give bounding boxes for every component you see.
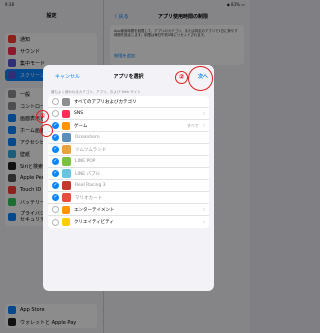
app-row[interactable]: LINE バブル xyxy=(48,168,209,180)
category-row[interactable]: エンターテイメント › xyxy=(48,204,209,216)
annotation-ring-checkbox xyxy=(40,124,53,137)
category-row[interactable]: ゲーム すべて › xyxy=(48,120,209,132)
category-row[interactable]: すべてのアプリおよびカテゴリ xyxy=(48,96,209,108)
checkbox-checked[interactable] xyxy=(52,146,59,153)
list-header-note: 最もよく使われるカテゴリ、アプリ、および Web サイト xyxy=(51,90,141,94)
annotation-ring-next xyxy=(188,66,213,91)
app-row[interactable]: ツムツムランド xyxy=(48,144,209,156)
checkbox-checked[interactable] xyxy=(52,194,59,201)
row-label: LINE POP xyxy=(75,159,96,164)
category-row[interactable]: クリエイティビティ › xyxy=(48,216,209,228)
checkbox-unchecked[interactable] xyxy=(52,218,59,226)
game-icon xyxy=(62,157,71,166)
choose-apps-sheet: アプリを選択 キャンセル 次へ 最もよく使われるカテゴリ、アプリ、および Web… xyxy=(43,65,214,291)
app-row[interactable]: Real Racing 3 xyxy=(48,180,209,192)
row-value: すべて xyxy=(187,122,199,128)
annotation-marker-1: ① xyxy=(36,110,49,123)
checkbox-checked[interactable] xyxy=(52,182,59,189)
row-label: すべてのアプリおよびカテゴリ xyxy=(74,99,137,105)
category-row[interactable]: SNS › xyxy=(48,108,209,120)
row-label: ツムツムランド xyxy=(75,147,107,153)
row-label: エンターテイメント xyxy=(74,207,115,213)
stack-icon xyxy=(62,97,70,106)
checkbox-checked[interactable] xyxy=(52,122,59,129)
checkbox-checked[interactable] xyxy=(52,158,59,165)
row-label: SNS xyxy=(74,111,84,116)
app-row[interactable]: LINE POP xyxy=(48,156,209,168)
checkbox-checked[interactable] xyxy=(52,134,59,141)
game-icon xyxy=(62,169,71,178)
row-label: クリエイティビティ xyxy=(74,220,114,225)
checkbox-unchecked[interactable] xyxy=(52,206,59,213)
chevron-right-icon[interactable]: › xyxy=(203,206,205,213)
brush-icon xyxy=(62,218,70,226)
game-icon xyxy=(62,193,71,202)
chevron-right-icon[interactable]: › xyxy=(203,122,205,129)
row-label: ゲーム xyxy=(74,123,88,129)
checkbox-checked[interactable] xyxy=(52,170,59,177)
game-icon xyxy=(62,133,71,142)
checkbox-unchecked[interactable] xyxy=(52,110,59,117)
checkbox-unchecked[interactable] xyxy=(52,98,59,105)
ipad-screen: 9:38 ◆ 83% ▭ 設定 通知サウンド集中モードスクリーンタイム 一般コン… xyxy=(0,0,250,333)
chevron-right-icon[interactable]: › xyxy=(203,219,205,226)
chevron-right-icon[interactable]: › xyxy=(203,110,205,117)
category-list: すべてのアプリおよびカテゴリ SNS › ゲーム すべて › Oceanhorn ツムツムラン… xyxy=(48,96,209,228)
popcorn-icon xyxy=(62,205,70,214)
row-label: LINE バブル xyxy=(75,171,100,177)
row-label: Oceanhorn xyxy=(75,135,100,140)
game-icon xyxy=(62,145,71,154)
row-label: Real Racing 3 xyxy=(75,183,106,188)
app-row[interactable]: Oceanhorn xyxy=(48,132,209,144)
row-label: マリオカート xyxy=(75,195,102,201)
cancel-button[interactable]: キャンセル xyxy=(55,73,80,80)
game-icon xyxy=(62,181,71,190)
app-row[interactable]: マリオカート xyxy=(48,192,209,204)
annotation-marker-2: ② xyxy=(175,71,188,84)
rocket-icon xyxy=(62,121,70,130)
chat-icon xyxy=(62,109,70,118)
